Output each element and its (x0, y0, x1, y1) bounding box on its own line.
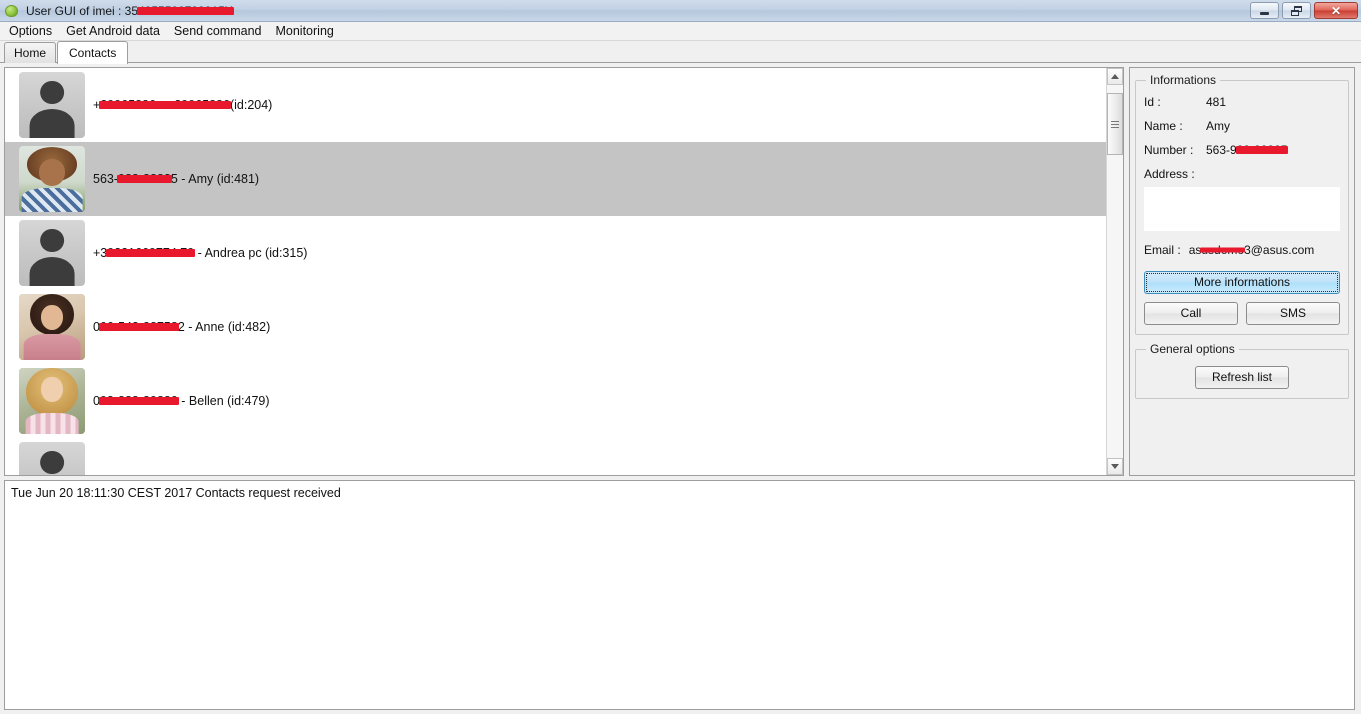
contact-row[interactable]: 563-988-88825 - Amy (id:481) (5, 142, 1106, 216)
tab-home[interactable]: Home (4, 42, 57, 63)
informations-group: Informations Id : 481 Name : Amy Number … (1135, 73, 1349, 335)
number-value: 563-988-88825 (1206, 143, 1340, 157)
refresh-wrap: Refresh list (1144, 366, 1340, 389)
address-label: Address : (1144, 167, 1195, 181)
scroll-grip-icon (1111, 119, 1119, 130)
contact-suffix: - Bellen (id:479) (177, 394, 270, 408)
android-robot-icon (4, 3, 20, 19)
log-line: Tue Jun 20 18:11:30 CEST 2017 Contacts r… (11, 486, 341, 500)
contact-label: +39965886 - +39965886(id:204) (93, 98, 272, 112)
informations-legend: Informations (1150, 73, 1217, 87)
log-panel[interactable]: Tue Jun 20 18:11:30 CEST 2017 Contacts r… (4, 480, 1355, 710)
contact-suffix: 2 - Anne (id:482) (177, 320, 271, 334)
window-title-prefix: User GUI of imei : 35 (26, 3, 139, 18)
name-value: Amy (1206, 119, 1230, 133)
id-label: Id : (1144, 95, 1161, 109)
refresh-list-button[interactable]: Refresh list (1194, 366, 1290, 389)
sms-button[interactable]: SMS (1246, 302, 1340, 325)
scroll-thumb[interactable] (1107, 93, 1123, 155)
more-informations-button[interactable]: More informations (1144, 271, 1340, 294)
contact-suffix: - Andrea pc (id:315) (194, 246, 308, 260)
application-window: User GUI of imei : 354955500799915X ✕ Op… (0, 0, 1361, 714)
contact-suffix: (id:204) (229, 98, 273, 112)
minimize-button[interactable] (1250, 2, 1279, 19)
name-label: Name : (1144, 119, 1183, 133)
contact-label: 563-988-88825 - Amy (id:481) (93, 172, 259, 186)
number-redacted: 88-88825 (1236, 143, 1288, 157)
avatar-default-icon (19, 72, 85, 138)
window-title: User GUI of imei : 354955500799915X (26, 4, 233, 18)
email-redacted: usdemo (1201, 243, 1245, 257)
contact-number-redacted: 98-888-89880 (99, 394, 178, 408)
contact-label: 006-542-887582 - Anne (id:482) (93, 320, 270, 334)
contact-number-redacted: 39965886 - +39965886 (100, 98, 230, 112)
avatar-default-icon (19, 220, 85, 286)
window-controls: ✕ (1250, 2, 1358, 19)
address-field[interactable] (1144, 187, 1340, 231)
email-suffix: 3@asus.com (1244, 243, 1315, 257)
email-label: Email : (1144, 243, 1181, 257)
menu-item-get-android-data[interactable]: Get Android data (59, 22, 167, 40)
window-title-redacted: 4955500799915X (138, 3, 233, 18)
menu-bar: Options Get Android data Send command Mo… (0, 22, 1361, 41)
menu-item-send-command[interactable]: Send command (167, 22, 269, 40)
side-panel: Informations Id : 481 Name : Amy Number … (1129, 67, 1355, 476)
main-content: +39965886 - +39965886(id:204) 563-988-88… (0, 63, 1361, 480)
scroll-up-arrow[interactable] (1107, 68, 1123, 85)
restore-button[interactable] (1282, 2, 1311, 19)
contact-number-prefix: +3 (93, 246, 108, 260)
avatar-photo-blonde-hair (19, 368, 85, 434)
more-informations-wrap: More informations (1144, 271, 1340, 294)
call-sms-row: Call SMS (1144, 302, 1340, 325)
contact-label: 098-888-89880 - Bellen (id:479) (93, 394, 270, 408)
avatar-photo-dark-hair (19, 294, 85, 360)
menu-item-monitoring[interactable]: Monitoring (268, 22, 340, 40)
contacts-scrollbar[interactable] (1106, 68, 1123, 475)
contact-row[interactable]: 006-542-887582 - Anne (id:482) (5, 290, 1106, 364)
contact-number-redacted: 9321669774 79 (107, 246, 195, 260)
call-button[interactable]: Call (1144, 302, 1238, 325)
restore-icon (1291, 5, 1302, 16)
contact-row[interactable]: +39965886 - +39965886(id:204) (5, 68, 1106, 142)
email-row: Email : asusdemo3@asus.com (1144, 243, 1340, 257)
scroll-track[interactable] (1107, 85, 1123, 458)
contact-number-redacted: 988-8882 (118, 172, 171, 186)
email-value: asusdemo3@asus.com (1189, 243, 1315, 257)
close-icon: ✕ (1330, 3, 1342, 18)
avatar-photo-curly-hair (19, 146, 85, 212)
informations-grid: Id : 481 Name : Amy Number : 563-988-888… (1144, 95, 1340, 181)
menu-item-options[interactable]: Options (2, 22, 59, 40)
number-label: Number : (1144, 143, 1194, 157)
contact-row[interactable]: +39321669774 79 - Andrea pc (id:315) (5, 216, 1106, 290)
contact-label: +39321669774 79 - Andrea pc (id:315) (93, 246, 307, 260)
avatar-default-icon (19, 442, 85, 475)
title-bar: User GUI of imei : 354955500799915X ✕ (0, 0, 1361, 22)
contact-row[interactable]: 098-888-89880 - Bellen (id:479) (5, 364, 1106, 438)
tab-strip: Home Contacts (0, 41, 1361, 64)
general-options-legend: General options (1150, 342, 1235, 356)
contact-number-prefix: 563- (93, 172, 119, 186)
general-options-group: General options Refresh list (1135, 342, 1349, 399)
number-prefix: 563-9 (1206, 143, 1237, 157)
contacts-list-panel: +39965886 - +39965886(id:204) 563-988-88… (4, 67, 1124, 476)
contact-row[interactable] (5, 438, 1106, 475)
close-button[interactable]: ✕ (1314, 2, 1358, 19)
contact-suffix: 5 - Amy (id:481) (170, 172, 260, 186)
tab-contacts[interactable]: Contacts (57, 41, 129, 64)
contacts-list[interactable]: +39965886 - +39965886(id:204) 563-988-88… (5, 68, 1106, 475)
contact-number-redacted: 06-542-88758 (99, 320, 178, 334)
id-value: 481 (1206, 95, 1227, 109)
minimize-icon (1260, 11, 1269, 15)
scroll-down-arrow[interactable] (1107, 458, 1123, 475)
